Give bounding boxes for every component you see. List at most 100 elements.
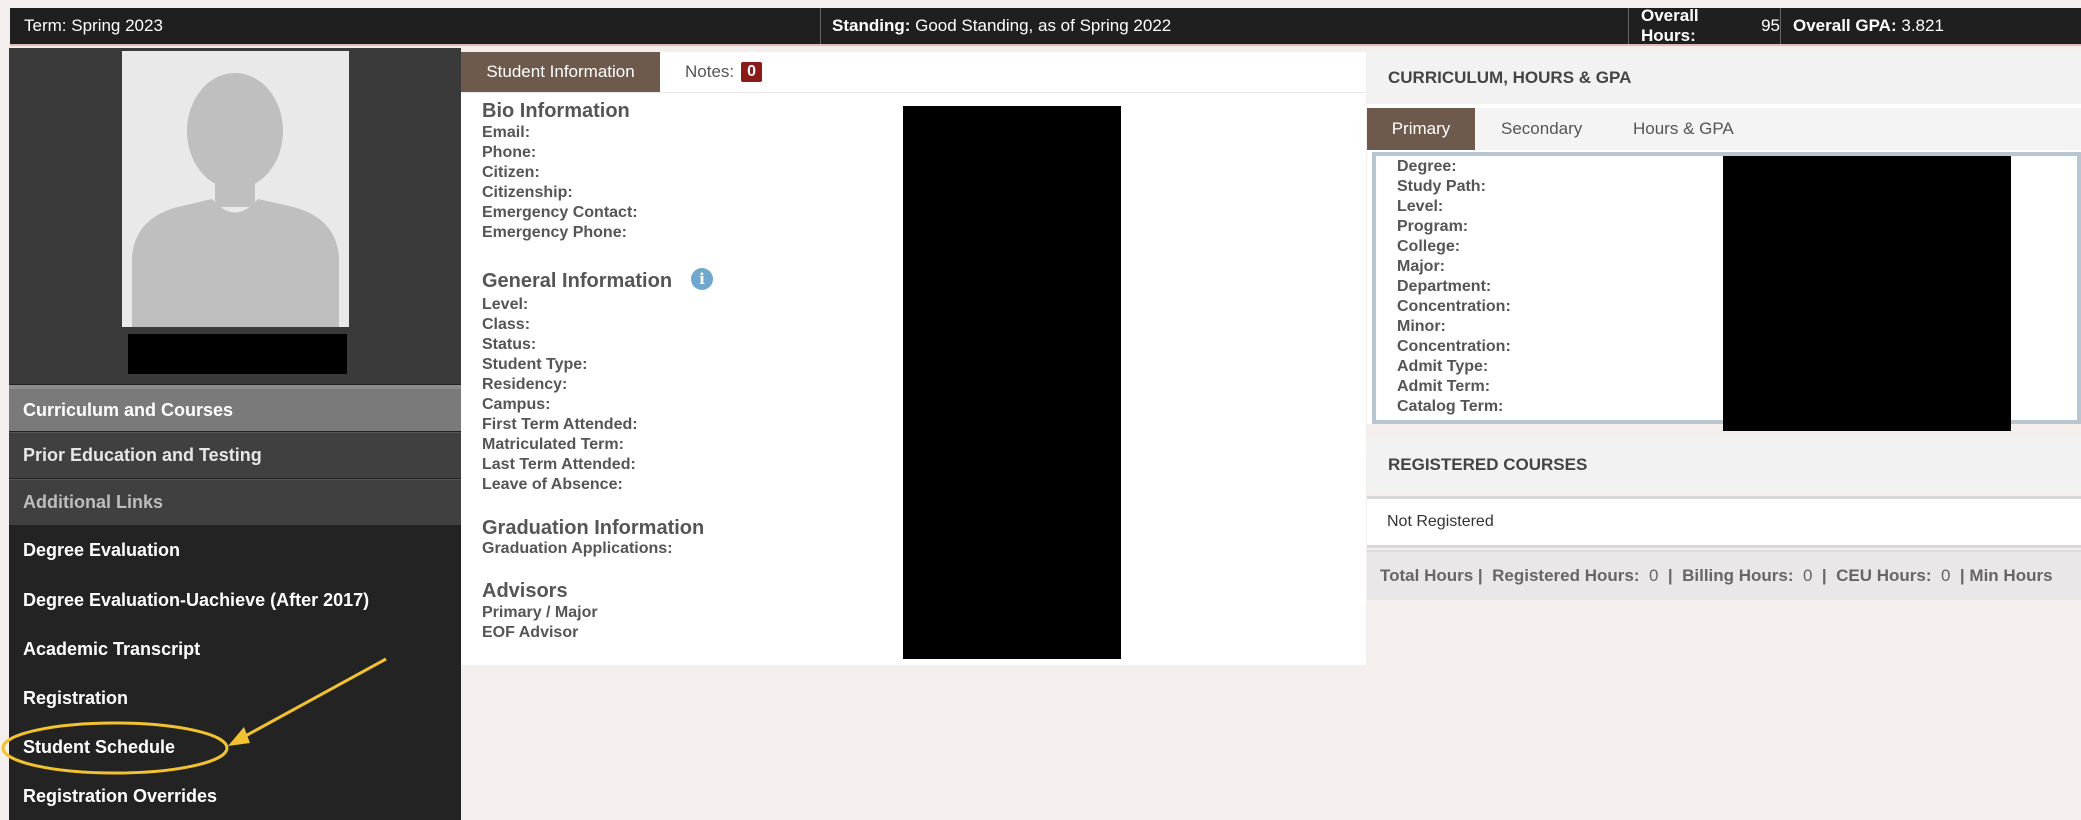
field-label: Concentration: [1397,298,1511,315]
field-label: Department: [1397,278,1492,295]
field-label: Campus: [482,396,551,413]
standing-indicator: Standing: Good Standing, as of Spring 20… [821,8,1629,44]
field-label: Degree: [1397,158,1457,175]
overall-gpa-value: 3.821 [1901,16,1944,35]
curriculum-panel: CURRICULUM, HOURS & GPA Primary Secondar… [1367,52,2081,431]
sidebar-link-registration[interactable]: Registration [9,674,461,722]
sidebar-link-student-schedule[interactable]: Student Schedule [9,723,461,771]
field-label: Residency: [482,376,568,393]
field-label: Citizenship: [482,184,573,201]
overall-hours-value: 95 [1761,16,1780,35]
panel-title: CURRICULUM, HOURS & GPA [1388,68,1632,87]
graduation-information-heading: Graduation Information [482,517,705,539]
curriculum-details: Degree: Study Path: Level: Program: Coll… [1372,152,2081,431]
standing-label: Standing: [832,16,911,35]
sidebar-item-label: Curriculum and Courses [23,399,234,420]
tab-label: Primary [1391,119,1451,138]
sidebar-link-degree-evaluation-uachieve[interactable]: Degree Evaluation-Uachieve (After 2017) [9,576,461,624]
bio-information-heading: Bio Information [482,100,630,122]
field-label: Class: [482,316,531,333]
field-label: Study Path: [1397,178,1486,195]
overall-gpa-label: Overall GPA: [1793,16,1897,35]
field-label: Status: [482,336,537,353]
tab-label: Student Information [486,62,635,81]
overall-hours-label: Overall Hours: [1641,6,1699,45]
field-label: Admit Term: [1397,378,1491,395]
standing-value: Good Standing, as of Spring 2022 [915,16,1172,35]
field-label: Graduation Applications: [482,540,673,557]
name-redaction [128,334,347,374]
panel-title: REGISTERED COURSES [1388,455,1588,474]
field-label: Level: [482,296,529,313]
hours-summary: Total Hours | Registered Hours: 0 | Bill… [1367,550,2081,600]
general-information-heading: General Information [482,270,673,292]
sidebar-item-label: Registration Overrides [23,785,218,806]
overall-hours: Overall Hours: 95 [1629,6,1781,45]
tab-hours-gpa[interactable]: Hours & GPA [1633,108,1734,150]
field-label: EOF Advisor [482,624,579,641]
field-label: Emergency Contact: [482,204,638,221]
tab-label: Secondary [1501,119,1583,138]
total-hours-label: Total Hours | [1380,566,1483,585]
field-label: Level: [1397,198,1444,215]
field-label: Concentration: [1397,338,1511,355]
term-indicator: Term: Spring 2023 [10,8,821,44]
tab-student-information[interactable]: Student Information [461,52,660,92]
field-label: Emergency Phone: [482,224,627,241]
field-label: Minor: [1397,318,1446,335]
sidebar-item-label: Registration [23,687,129,708]
tab-label: Hours & GPA [1633,119,1734,138]
registered-hours-label: Registered Hours: [1492,566,1640,585]
field-label: Major: [1397,258,1445,275]
info-values-redaction [903,106,1121,659]
sidebar-item-label: Degree Evaluation-Uachieve (After 2017) [23,589,370,610]
term-value: Spring 2023 [71,16,163,35]
notes-count-badge: 0 [741,62,763,82]
sidebar-item-label: Academic Transcript [23,638,201,659]
billing-hours-label: Billing Hours: [1682,566,1794,585]
info-tab-bar: Student Information Notes: 0 [461,52,1366,93]
field-label: Matriculated Term: [482,436,624,453]
field-label: Phone: [482,144,537,161]
person-silhouette-icon [122,51,349,327]
student-information-panel: Student Information Notes: 0 Bio Informat… [461,52,1366,665]
ceu-hours-value: 0 [1941,566,1951,585]
sidebar-link-academic-transcript[interactable]: Academic Transcript [9,625,461,673]
info-icon[interactable]: i [691,268,713,290]
registered-hours-value: 0 [1648,566,1659,585]
sidebar: Curriculum and Courses Prior Education a… [9,48,461,820]
registered-courses-header: REGISTERED COURSES [1367,438,2081,492]
billing-hours-value: 0 [1803,566,1813,585]
min-hours-label: Min Hours [1969,566,2053,585]
sidebar-item-curriculum[interactable]: Curriculum and Courses [9,385,461,431]
registered-courses-panel: REGISTERED COURSES Not Registered Total … [1367,438,2081,610]
profile-area [9,48,461,384]
field-label: Email: [482,124,531,141]
sidebar-item-label: Student Schedule [23,736,176,757]
tab-notes[interactable]: Notes: 0 [685,52,763,92]
field-label: College: [1397,238,1461,255]
sidebar-link-registration-overrides[interactable]: Registration Overrides [9,772,461,820]
tab-primary[interactable]: Primary [1367,108,1475,150]
field-label: Student Type: [482,356,588,373]
curriculum-tab-bar: Primary Secondary Hours & GPA [1367,108,2081,150]
sidebar-item-label: Additional Links [23,492,164,512]
sidebar-item-prior-education[interactable]: Prior Education and Testing [9,432,461,478]
advisors-heading: Advisors [482,580,568,602]
sidebar-item-label: Degree Evaluation [23,539,181,560]
tab-label: Notes: [685,62,735,81]
field-label: Last Term Attended: [482,456,636,473]
term-label: Term: [24,16,67,35]
field-label: Leave of Absence: [482,476,623,493]
tab-secondary[interactable]: Secondary [1501,108,1582,150]
curriculum-header: CURRICULUM, HOURS & GPA [1367,52,2081,104]
curriculum-values-redaction [1723,156,2011,431]
sidebar-link-degree-evaluation[interactable]: Degree Evaluation [9,526,461,574]
overall-gpa: Overall GPA: 3.821 [1781,8,1944,44]
status-bar: Term: Spring 2023 Standing: Good Standin… [10,6,2081,46]
sidebar-section-additional-links[interactable]: Additional Links [9,479,461,525]
sidebar-item-label: Prior Education and Testing [23,445,262,465]
registration-status: Not Registered [1367,496,2081,548]
field-label: Citizen: [482,164,540,181]
ceu-hours-label: CEU Hours: [1836,566,1932,585]
